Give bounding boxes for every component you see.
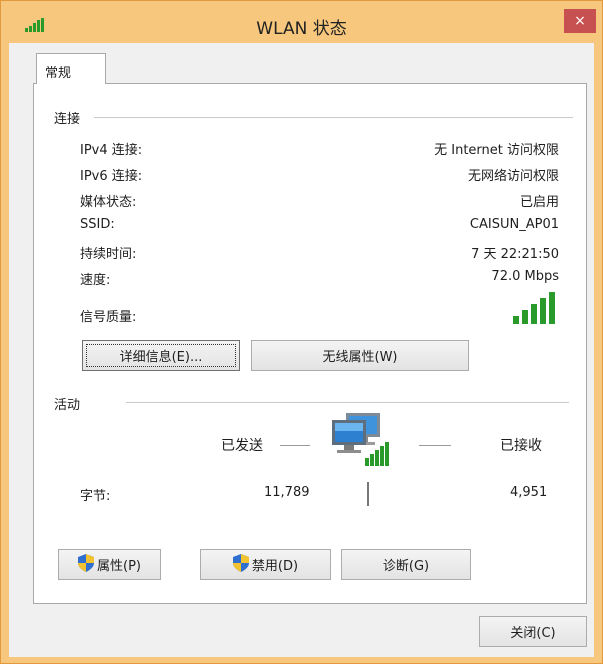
signal-bar bbox=[540, 298, 546, 324]
details-button[interactable]: 详细信息(E)... bbox=[82, 340, 240, 371]
uac-shield-icon bbox=[232, 553, 249, 576]
wireless-properties-button[interactable]: 无线属性(W) bbox=[251, 340, 469, 371]
media-state-label: 媒体状态: bbox=[80, 195, 137, 210]
signal-quality-label: 信号质量: bbox=[80, 310, 137, 325]
duration-value: 7 天 22:21:50 bbox=[471, 247, 559, 262]
received-label: 已接收 bbox=[500, 438, 542, 454]
activity-group-divider bbox=[126, 402, 569, 403]
media-state-value: 已启用 bbox=[519, 195, 559, 210]
diagnose-button-label: 诊断(G) bbox=[382, 559, 430, 574]
sent-label: 已发送 bbox=[221, 438, 263, 454]
ipv6-value: 无网络访问权限 bbox=[467, 169, 559, 184]
close-window-button[interactable]: × bbox=[564, 9, 596, 33]
uac-shield-icon bbox=[78, 553, 94, 576]
connection-group-label: 连接 bbox=[54, 112, 81, 127]
tab-general-label: 常规 bbox=[45, 66, 72, 81]
speed-value: 72.0 Mbps bbox=[491, 269, 559, 284]
signal-bar bbox=[531, 304, 537, 324]
duration-label: 持续时间: bbox=[80, 247, 137, 262]
properties-button[interactable]: 属性(P) bbox=[58, 549, 161, 580]
ipv4-label: IPv4 连接: bbox=[80, 143, 143, 158]
received-connector-line bbox=[419, 445, 451, 446]
dialog-client-area: 常规 连接 IPv4 连接: 无 Internet 访问权限 IPv6 连接: … bbox=[9, 43, 594, 657]
focus-indicator bbox=[86, 344, 236, 367]
signal-bar bbox=[522, 310, 528, 324]
wireless-properties-button-label: 无线属性(W) bbox=[322, 350, 398, 365]
disable-button[interactable]: 禁用(D) bbox=[200, 549, 331, 580]
diagnose-button[interactable]: 诊断(G) bbox=[341, 549, 471, 580]
disable-button-label: 禁用(D) bbox=[251, 559, 299, 574]
connection-group-divider bbox=[94, 117, 573, 118]
speed-label: 速度: bbox=[80, 273, 111, 288]
signal-bar bbox=[549, 292, 555, 324]
wlan-status-window: WLAN 状态 × 常规 连接 IPv4 连接: 无 Internet 访问权限… bbox=[0, 0, 603, 664]
ssid-value: CAISUN_AP01 bbox=[469, 217, 559, 232]
tab-general[interactable]: 常规 bbox=[36, 53, 106, 84]
network-computers-icon bbox=[329, 410, 401, 472]
properties-button-label: 属性(P) bbox=[97, 559, 141, 574]
general-tab-panel: 连接 IPv4 连接: 无 Internet 访问权限 IPv6 连接: 无网络… bbox=[33, 83, 587, 604]
received-bytes-value: 4,951 bbox=[510, 485, 548, 500]
close-button-label: 关闭(C) bbox=[510, 626, 556, 641]
sent-connector-line bbox=[280, 445, 310, 446]
activity-group-label: 活动 bbox=[54, 398, 81, 413]
signal-bar bbox=[513, 316, 519, 324]
bytes-label: 字节: bbox=[80, 489, 111, 504]
close-icon: × bbox=[574, 13, 586, 29]
signal-strength-icon bbox=[511, 292, 557, 328]
ipv6-label: IPv6 连接: bbox=[80, 169, 143, 184]
ipv4-value: 无 Internet 访问权限 bbox=[434, 143, 559, 158]
title-bar[interactable]: WLAN 状态 × bbox=[1, 1, 602, 41]
sent-bytes-value: 11,789 bbox=[264, 485, 310, 500]
bytes-divider bbox=[367, 482, 369, 506]
close-button[interactable]: 关闭(C) bbox=[479, 616, 587, 647]
ssid-label: SSID: bbox=[80, 217, 115, 232]
window-title: WLAN 状态 bbox=[256, 19, 347, 39]
